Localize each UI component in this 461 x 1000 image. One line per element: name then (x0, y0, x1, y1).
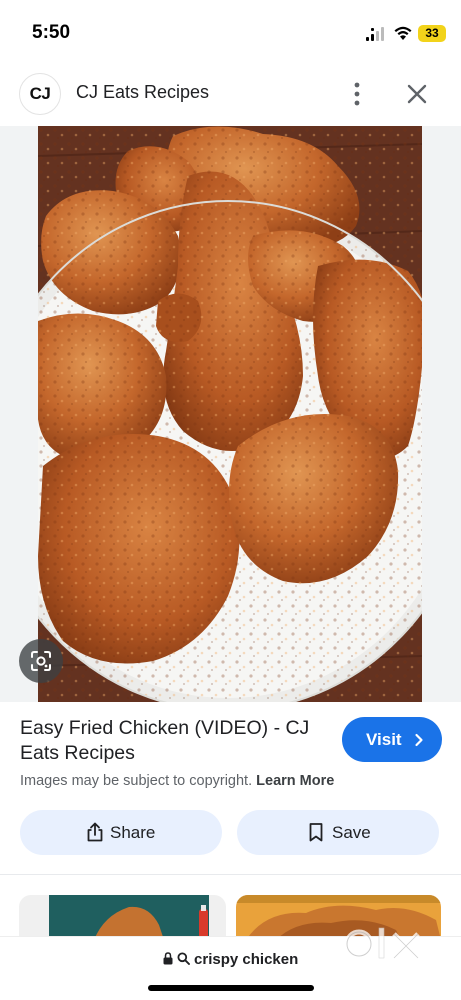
olx-watermark (344, 927, 420, 960)
signal-icon (366, 27, 384, 41)
status-time: 5:50 (32, 22, 71, 43)
lock-icon (163, 952, 173, 965)
save-button[interactable]: Save (237, 810, 439, 855)
more-icon[interactable] (347, 81, 367, 107)
image-viewer[interactable] (0, 126, 461, 702)
copyright-text: Images may be subject to copyright. (20, 773, 253, 789)
divider (0, 874, 461, 875)
source-avatar[interactable]: CJ (19, 73, 61, 115)
result-title[interactable]: Easy Fried Chicken (VIDEO) - CJ Eats Rec… (20, 716, 330, 766)
visit-button[interactable]: Visit (342, 717, 442, 762)
copyright-notice: Images may be subject to copyright. Lear… (20, 773, 334, 789)
search-icon (177, 952, 190, 965)
learn-more-link[interactable]: Learn More (256, 773, 334, 789)
home-indicator[interactable] (148, 985, 314, 991)
related-thumbnail-1 (19, 895, 226, 940)
bookmark-icon (309, 823, 323, 842)
share-button[interactable]: Share (20, 810, 222, 855)
visit-label: Visit (366, 730, 402, 749)
app-header: CJ CJ Eats Recipes (0, 66, 461, 126)
source-title[interactable]: CJ Eats Recipes (76, 82, 209, 103)
share-icon (87, 822, 103, 842)
chevron-right-icon (415, 733, 423, 747)
lens-search-button[interactable] (19, 639, 63, 683)
lens-icon (31, 651, 51, 671)
close-icon[interactable] (404, 81, 430, 107)
url-text: crispy chicken (194, 951, 299, 968)
status-bar: 5:50 33 (0, 0, 461, 66)
related-image-1[interactable] (19, 895, 226, 940)
save-label: Save (332, 823, 371, 842)
battery-icon: 33 (418, 25, 446, 42)
share-label: Share (110, 823, 156, 842)
wifi-icon (394, 26, 412, 40)
fried-chicken-photo (38, 126, 422, 702)
